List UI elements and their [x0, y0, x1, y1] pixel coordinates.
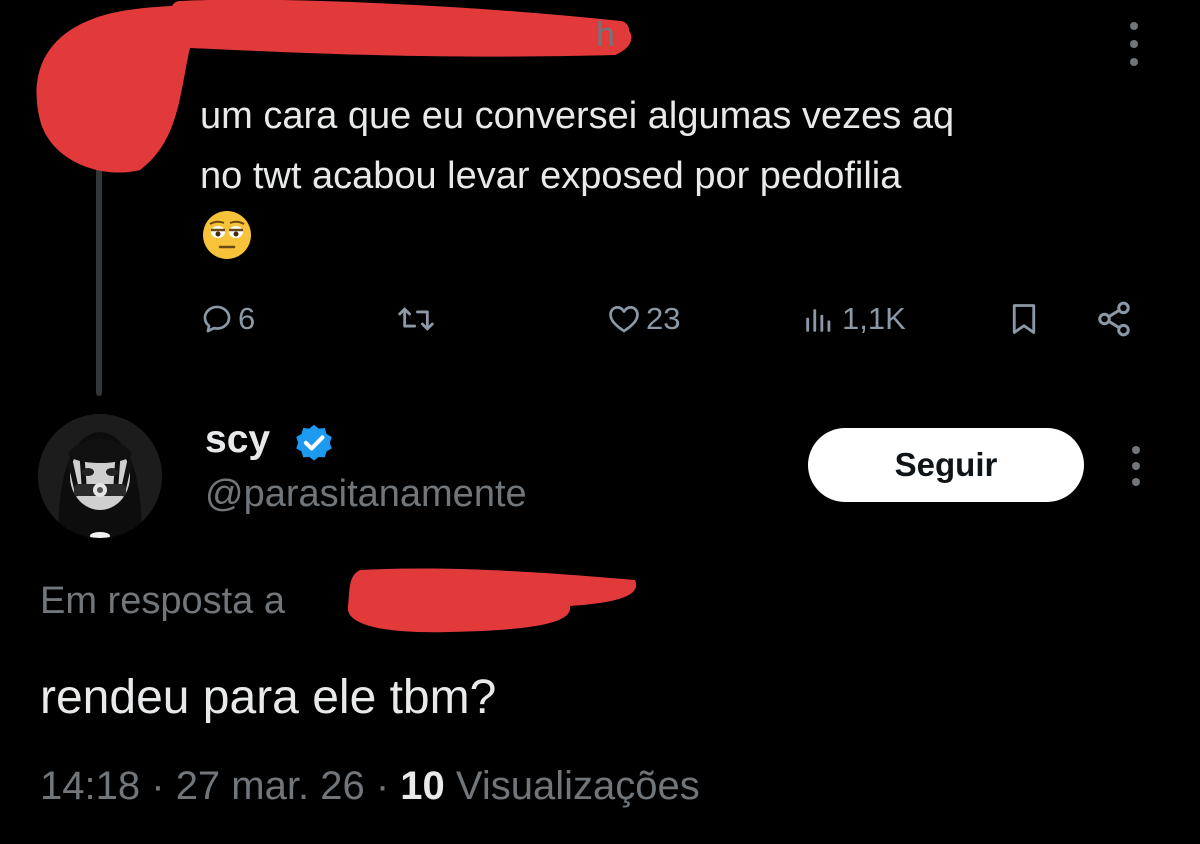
like-button[interactable]: 23	[606, 296, 680, 342]
avatar-image	[38, 414, 162, 538]
author-avatar[interactable]	[38, 414, 162, 538]
share-button[interactable]	[1092, 296, 1136, 342]
redaction-scribble-handle	[347, 568, 637, 633]
parent-tweet-line-1: um cara que eu conversei algumas vezes a…	[200, 95, 955, 137]
tweet-views-count: 10	[400, 764, 445, 808]
verified-badge-icon	[296, 424, 332, 461]
bookmark-button[interactable]	[1006, 296, 1042, 342]
follow-button[interactable]: Seguir	[808, 428, 1084, 502]
parent-tweet-text: um cara que eu conversei algumas vezes a…	[200, 86, 1160, 206]
like-count: 23	[646, 301, 681, 336]
flushed-eyes-emoji-icon	[203, 211, 251, 259]
tweet-date[interactable]: 27 mar. 26	[176, 764, 365, 808]
parent-tweet-line-2: no twt acabou levar exposed por pedofili…	[200, 155, 902, 197]
separator: ·	[375, 764, 390, 808]
reply-button[interactable]: 6	[200, 296, 255, 342]
author-name[interactable]: scy	[205, 418, 270, 462]
like-icon	[609, 306, 639, 333]
bookmark-icon	[1012, 304, 1036, 334]
retweet-icon	[398, 307, 434, 331]
more-options-icon[interactable]	[1126, 446, 1146, 486]
more-options-icon[interactable]	[1124, 22, 1144, 66]
author-handle[interactable]: @parasitanamente	[205, 473, 527, 516]
views-button[interactable]: 1,1K	[800, 296, 906, 342]
tweet-metadata: 14:18 · 27 mar. 26 · 10 Visualizações	[40, 764, 700, 809]
thread-connector-line	[96, 150, 102, 396]
reply-to-label: Em resposta a	[40, 580, 285, 622]
reply-icon	[203, 305, 231, 333]
reply-tweet-text: rendeu para ele tbm?	[40, 671, 497, 724]
share-icon	[1098, 301, 1130, 337]
tweet-time[interactable]: 14:18	[40, 764, 140, 808]
parent-author-name-fragment: h	[596, 16, 615, 54]
separator: ·	[151, 764, 165, 808]
retweet-button[interactable]	[396, 296, 440, 342]
views-count: 1,1K	[842, 301, 906, 336]
reply-count: 6	[238, 301, 256, 336]
views-icon	[806, 309, 831, 332]
tweet-views-label: Visualizações	[455, 764, 700, 808]
